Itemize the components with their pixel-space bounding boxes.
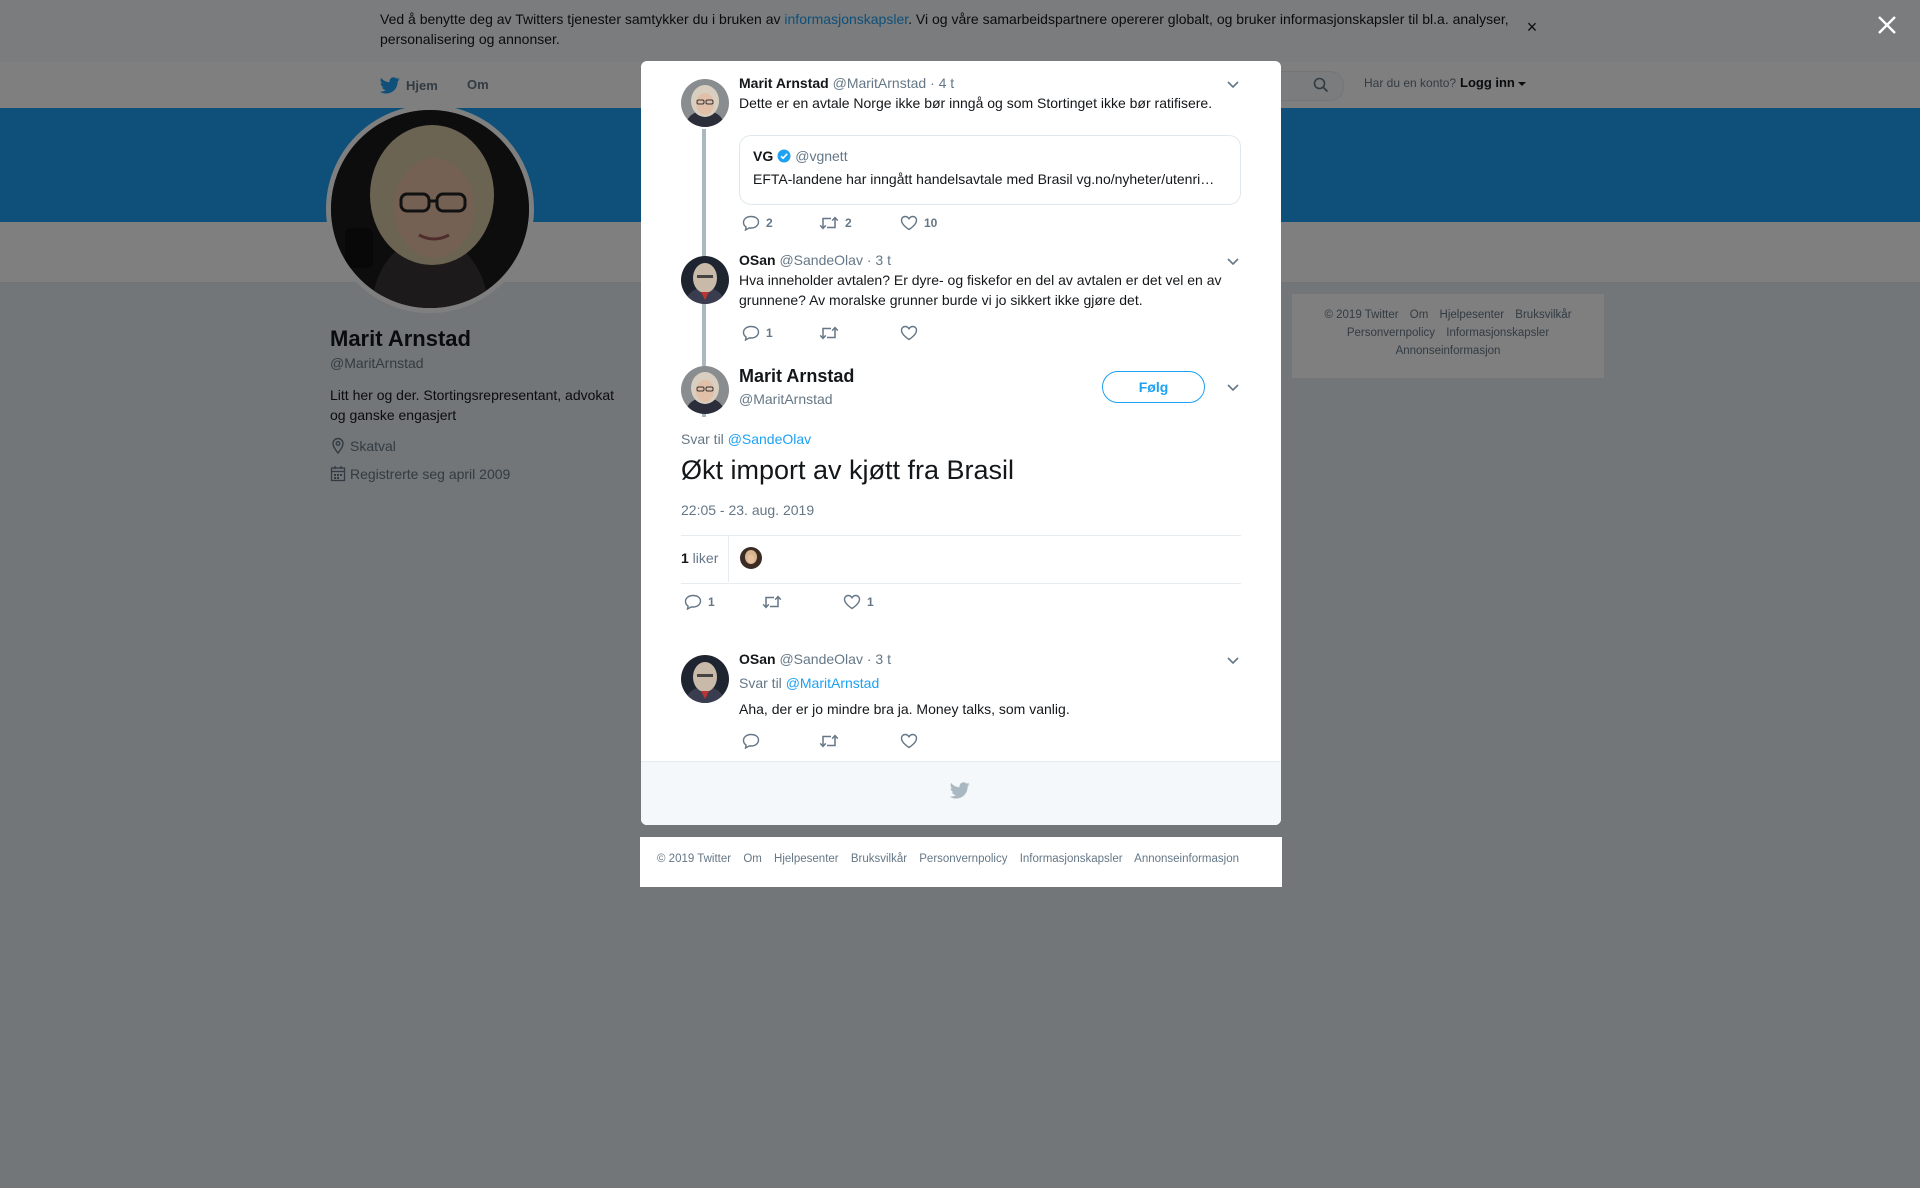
- retweet-button[interactable]: [819, 325, 839, 341]
- modal-footer: [641, 761, 1281, 825]
- chevron-down-icon[interactable]: [1225, 79, 1241, 91]
- reply-tweet-context: Svar til @MaritArnstad: [739, 675, 879, 691]
- tweet-avatar[interactable]: [681, 79, 729, 127]
- reply-icon: [742, 215, 760, 231]
- chevron-down-icon[interactable]: [1225, 256, 1241, 268]
- footer-about-link[interactable]: Om: [743, 853, 762, 865]
- retweet-icon: [819, 733, 839, 749]
- footer-cookies-link[interactable]: Informasjonskapsler: [1020, 853, 1123, 865]
- reply-to-user-link[interactable]: @SandeOlav: [728, 431, 811, 447]
- tweet-text: Dette er en avtale Norge ikke bør inngå …: [739, 95, 1213, 111]
- reply-button[interactable]: 1: [684, 594, 715, 610]
- chevron-down-icon[interactable]: [1225, 655, 1241, 667]
- likes-stat[interactable]: 1 liker: [681, 550, 718, 566]
- main-tweet-stats: 1 liker: [681, 535, 1241, 584]
- reply-to-prefix: Svar til: [681, 431, 728, 447]
- twitter-bird-icon: [950, 782, 970, 799]
- follow-button[interactable]: Følg: [1102, 371, 1205, 403]
- main-tweet-avatar[interactable]: [681, 366, 729, 414]
- retweet-button[interactable]: 2: [819, 215, 852, 231]
- like-icon: [900, 325, 918, 341]
- reply-icon: [684, 594, 702, 610]
- main-tweet-author-name[interactable]: Marit Arnstad: [739, 366, 854, 387]
- bottom-footer: © 2019 Twitter Om Hjelpesenter Bruksvilk…: [640, 837, 1282, 887]
- tweet-avatar[interactable]: [681, 655, 729, 703]
- like-count: 1: [867, 595, 874, 609]
- likes-stat-count: 1: [681, 550, 689, 566]
- like-icon: [900, 215, 918, 231]
- retweet-button[interactable]: [762, 594, 782, 610]
- footer-copyright: © 2019 Twitter: [657, 853, 732, 865]
- like-button[interactable]: [900, 325, 918, 341]
- tweet-permalink-modal: Marit Arnstad @MaritArnstad · 4 t Dette …: [641, 61, 1281, 825]
- quoted-tweet-author: VG: [753, 148, 774, 164]
- quoted-tweet-text: EFTA-landene har inngått handelsavtale m…: [753, 171, 1215, 187]
- reply-button[interactable]: 1: [742, 325, 773, 341]
- main-tweet-reply-context: Svar til @SandeOlav: [681, 431, 811, 447]
- main-tweet-author-handle[interactable]: @MaritArnstad: [739, 391, 833, 407]
- tweet-time[interactable]: · 3 t: [867, 651, 891, 667]
- reply-button[interactable]: [742, 733, 760, 749]
- like-count: 10: [924, 216, 938, 230]
- tweet-text: Aha, der er jo mindre bra ja. Money talk…: [739, 701, 1070, 717]
- tweet-time[interactable]: · 3 t: [867, 252, 891, 268]
- quoted-tweet-handle: @vgnett: [795, 148, 848, 164]
- retweet-icon: [819, 325, 839, 341]
- tweet-author-name[interactable]: OSan: [739, 651, 776, 667]
- main-tweet-text: Økt import av kjøtt fra Brasil: [681, 455, 1015, 485]
- tweet-text: Hva inneholder avtalen? Er dyre- og fisk…: [739, 272, 1222, 308]
- close-icon[interactable]: [1874, 12, 1900, 38]
- likes-stat-label: liker: [688, 550, 719, 566]
- footer-terms-link[interactable]: Bruksvilkår: [851, 853, 907, 865]
- reply-to-prefix: Svar til: [739, 675, 786, 691]
- tweet-time[interactable]: · 4 t: [930, 75, 954, 91]
- like-button[interactable]: 10: [900, 215, 937, 231]
- main-tweet-timestamp[interactable]: 22:05 - 23. aug. 2019: [681, 502, 814, 518]
- retweet-icon: [762, 594, 782, 610]
- tweet-header: Marit Arnstad @MaritArnstad · 4 t: [739, 75, 954, 91]
- tweet-avatar[interactable]: [681, 256, 729, 304]
- reply-button[interactable]: 2: [742, 215, 773, 231]
- stats-divider: [728, 536, 729, 582]
- footer-ads-link[interactable]: Annonseinformasjon: [1134, 853, 1239, 865]
- reply-to-user-link[interactable]: @MaritArnstad: [786, 675, 880, 691]
- footer-help-link[interactable]: Hjelpesenter: [774, 853, 839, 865]
- tweet-author-name[interactable]: Marit Arnstad: [739, 75, 829, 91]
- liker-avatar[interactable]: [740, 547, 762, 569]
- reply-icon: [742, 733, 760, 749]
- retweet-icon: [819, 215, 839, 231]
- tweet-author-handle[interactable]: @MaritArnstad: [833, 75, 927, 91]
- reply-count: 1: [708, 595, 715, 609]
- quoted-tweet[interactable]: VG @vgnett EFTA-landene har inngått hand…: [739, 135, 1241, 205]
- retweet-button[interactable]: [819, 733, 839, 749]
- like-button[interactable]: [900, 733, 918, 749]
- tweet-author-handle[interactable]: @SandeOlav: [779, 252, 862, 268]
- like-icon: [843, 594, 861, 610]
- reply-icon: [742, 325, 760, 341]
- reply-count: 1: [766, 326, 773, 340]
- tweet-author-handle[interactable]: @SandeOlav: [779, 651, 862, 667]
- verified-badge-icon: [777, 149, 791, 163]
- footer-privacy-link[interactable]: Personvernpolicy: [919, 853, 1007, 865]
- tweet-header: OSan @SandeOlav · 3 t: [739, 252, 891, 268]
- tweet-header: OSan @SandeOlav · 3 t: [739, 651, 891, 667]
- reply-count: 2: [766, 216, 773, 230]
- retweet-count: 2: [845, 216, 852, 230]
- like-button[interactable]: 1: [843, 594, 874, 610]
- like-icon: [900, 733, 918, 749]
- chevron-down-icon[interactable]: [1225, 382, 1241, 394]
- tweet-author-name[interactable]: OSan: [739, 252, 776, 268]
